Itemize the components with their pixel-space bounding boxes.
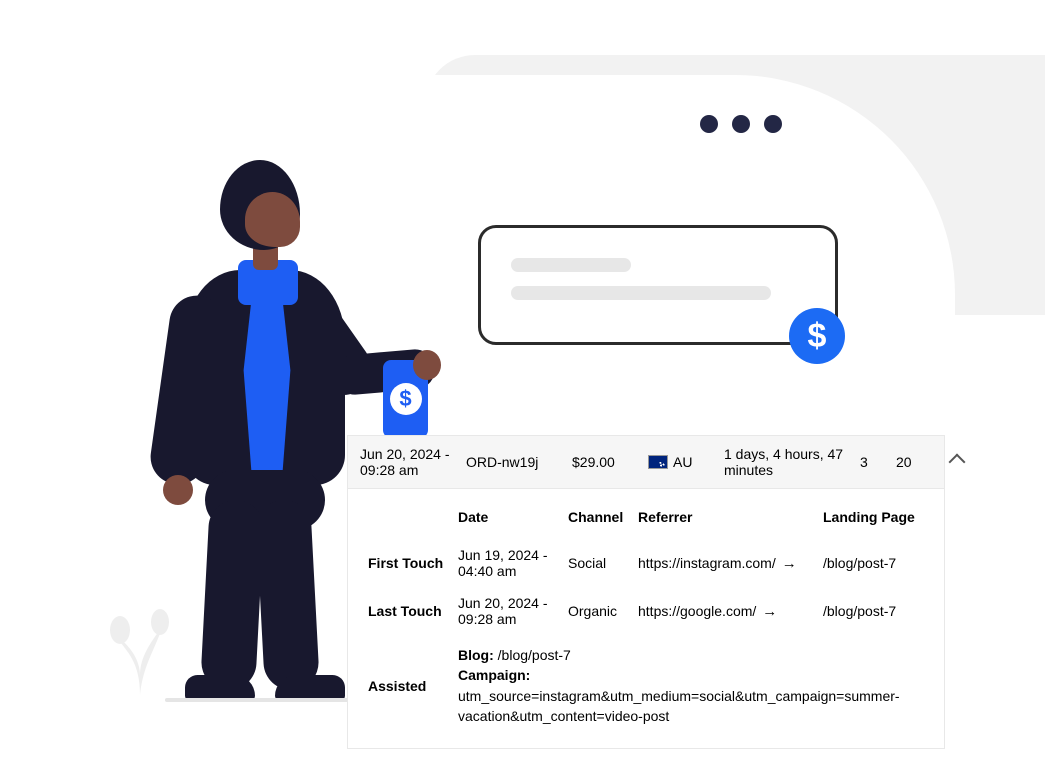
assisted-blog-label: Blog: <box>458 647 494 663</box>
table-row: First Touch Jun 19, 2024 - 04:40 am Soci… <box>362 539 930 587</box>
message-card: $ <box>478 225 838 345</box>
order-summary-row[interactable]: Jun 20, 2024 - 09:28 am ORD-nw19j $29.00… <box>347 435 945 489</box>
assisted-campaign-value: utm_source=instagram&utm_medium=social&u… <box>458 688 900 724</box>
window-dots <box>700 115 782 133</box>
dollar-badge-icon: $ <box>789 308 845 364</box>
col-referrer: Referrer <box>632 499 817 539</box>
col-date: Date <box>452 499 562 539</box>
dot-icon <box>764 115 782 133</box>
last-touch-date: Jun 20, 2024 - 09:28 am <box>452 587 562 635</box>
first-touch-date: Jun 19, 2024 - 04:40 am <box>452 539 562 587</box>
arrow-right-icon: → <box>762 603 777 620</box>
first-touch-label: First Touch <box>362 539 452 587</box>
summary-amount: $29.00 <box>572 454 642 470</box>
summary-country: AU <box>648 454 718 470</box>
summary-count-b: 20 <box>896 454 936 470</box>
plant-icon <box>105 580 175 700</box>
first-touch-landing: /blog/post-7 <box>817 539 930 587</box>
flag-au-icon <box>648 455 668 469</box>
country-code: AU <box>673 454 692 470</box>
summary-date: Jun 20, 2024 - 09:28 am <box>360 446 460 478</box>
last-touch-label: Last Touch <box>362 587 452 635</box>
table-row: Assisted Blog: /blog/post-7 Campaign: ut… <box>362 635 930 734</box>
assisted-campaign-label: Campaign: <box>458 667 530 683</box>
dot-icon <box>700 115 718 133</box>
summary-duration: 1 days, 4 hours, 47 minutes <box>724 446 854 478</box>
col-channel: Channel <box>562 499 632 539</box>
assisted-details: Blog: /blog/post-7 Campaign: utm_source=… <box>452 635 930 734</box>
assisted-label: Assisted <box>362 635 452 734</box>
col-landing: Landing Page <box>817 499 930 539</box>
attribution-table: Date Channel Referrer Landing Page First… <box>362 499 930 734</box>
first-touch-referrer-link[interactable]: https://instagram.com/ <box>638 555 776 571</box>
order-attribution-card: Jun 20, 2024 - 09:28 am ORD-nw19j $29.00… <box>347 435 945 749</box>
table-row: Last Touch Jun 20, 2024 - 09:28 am Organ… <box>362 587 930 635</box>
attribution-details: Date Channel Referrer Landing Page First… <box>347 489 945 749</box>
last-touch-channel: Organic <box>562 587 632 635</box>
chevron-up-icon <box>949 454 966 471</box>
dot-icon <box>732 115 750 133</box>
last-touch-landing: /blog/post-7 <box>817 587 930 635</box>
placeholder-line <box>511 286 771 300</box>
summary-count-a: 3 <box>860 454 890 470</box>
dollar-coin-icon: $ <box>390 383 422 415</box>
last-touch-referrer-link[interactable]: https://google.com/ <box>638 603 756 619</box>
assisted-blog-value: /blog/post-7 <box>498 647 571 663</box>
first-touch-channel: Social <box>562 539 632 587</box>
collapse-toggle[interactable] <box>942 456 972 468</box>
arrow-right-icon: → <box>782 555 797 572</box>
placeholder-line <box>511 258 631 272</box>
summary-order-id: ORD-nw19j <box>466 454 566 470</box>
